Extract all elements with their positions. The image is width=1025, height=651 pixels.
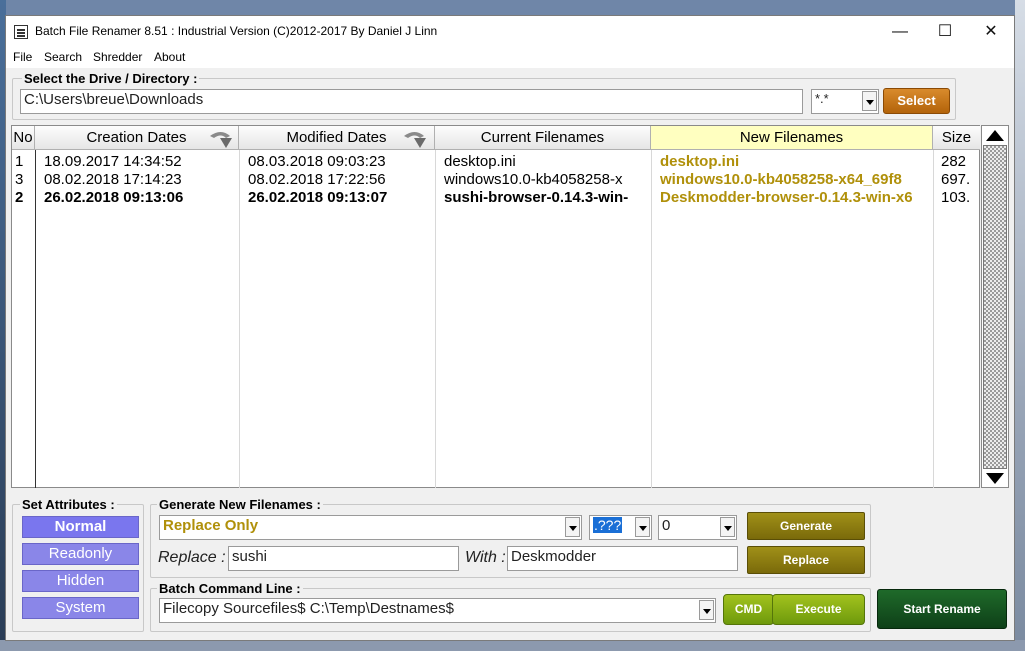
mode-dropdown-arrow-icon[interactable] [565, 517, 580, 537]
maximize-button[interactable]: ☐ [922, 16, 968, 48]
table-row[interactable]: 2 26.02.2018 09:13:06 26.02.2018 09:13:0… [12, 189, 980, 207]
cell-no: 2 [15, 189, 24, 206]
cell-new-filename: Deskmodder-browser-0.14.3-win-x6 [660, 189, 913, 206]
table-row[interactable]: 3 08.02.2018 17:14:23 08.02.2018 17:22:5… [12, 171, 980, 189]
mode-dropdown[interactable]: Replace Only [159, 515, 582, 540]
desktop-background-bottom [0, 640, 1025, 651]
cell-creation-date: 08.02.2018 17:14:23 [44, 171, 182, 188]
replace-input[interactable]: sushi [228, 546, 459, 571]
generate-button[interactable]: Generate [747, 512, 865, 540]
app-window: Batch File Renamer 8.51 : Industrial Ver… [5, 15, 1015, 641]
pattern-dropdown-arrow-icon[interactable] [635, 517, 650, 537]
cell-new-filename: desktop.ini [660, 153, 740, 170]
directory-label: Select the Drive / Directory : [22, 71, 200, 86]
window-title: Batch File Renamer 8.51 : Industrial Ver… [35, 24, 438, 38]
attr-normal-button[interactable]: Normal [22, 516, 139, 538]
cell-creation-date: 26.02.2018 09:13:06 [44, 189, 184, 206]
filter-value: *.* [815, 91, 829, 106]
scroll-up-button[interactable] [983, 127, 1007, 144]
filter-dropdown-arrow-icon[interactable] [862, 91, 877, 111]
cell-modified-date: 08.02.2018 17:22:56 [248, 171, 386, 188]
column-header-size[interactable]: Size [933, 126, 980, 150]
column-header-new-filenames[interactable]: New Filenames [651, 126, 933, 150]
attributes-label: Set Attributes : [20, 497, 117, 512]
batch-dropdown-arrow-icon[interactable] [699, 600, 714, 620]
cell-no: 3 [15, 171, 24, 188]
minimize-button[interactable]: — [877, 16, 923, 48]
attr-system-button[interactable]: System [22, 597, 139, 619]
cell-modified-date: 08.03.2018 09:03:23 [248, 153, 386, 170]
menu-file[interactable]: File [13, 50, 32, 64]
select-button[interactable]: Select [883, 88, 950, 114]
app-icon [14, 25, 28, 39]
start-rename-button[interactable]: Start Rename [877, 589, 1007, 629]
menu-search[interactable]: Search [44, 50, 82, 64]
sort-arrow-icon[interactable] [402, 130, 428, 150]
with-label: With : [465, 549, 506, 566]
execute-button[interactable]: Execute [772, 594, 865, 625]
cell-new-filename: windows10.0-kb4058258-x64_69f8 [660, 171, 902, 188]
batch-command-value: Filecopy Sourcefiles$ C:\Temp\Destnames$ [163, 600, 454, 617]
vertical-scrollbar[interactable] [981, 125, 1009, 488]
directory-path-input[interactable]: C:\Users\breue\Downloads [20, 89, 803, 114]
cell-size: 103. [941, 189, 971, 206]
mode-value: Replace Only [163, 517, 259, 534]
scroll-up-icon [986, 130, 1004, 141]
cell-size: 282 [941, 153, 967, 170]
cmd-button[interactable]: CMD [723, 594, 774, 625]
menu-bar: File Search Shredder About [6, 48, 1014, 68]
attr-hidden-button[interactable]: Hidden [22, 570, 139, 592]
cell-current-filename: sushi-browser-0.14.3-win- [444, 189, 629, 206]
batch-label: Batch Command Line : [157, 581, 303, 596]
with-input[interactable]: Deskmodder [507, 546, 738, 571]
close-button[interactable]: ✕ [968, 16, 1014, 48]
scroll-down-icon [986, 473, 1004, 484]
title-bar[interactable]: Batch File Renamer 8.51 : Industrial Ver… [6, 16, 1014, 48]
generate-label: Generate New Filenames : [157, 497, 323, 512]
cell-current-filename: windows10.0-kb4058258-x [444, 171, 623, 188]
cell-creation-date: 18.09.2017 14:34:52 [44, 153, 182, 170]
cell-modified-date: 26.02.2018 09:13:07 [248, 189, 388, 206]
menu-shredder[interactable]: Shredder [93, 50, 142, 64]
desktop-background-right [1015, 0, 1025, 651]
cell-current-filename: desktop.ini [444, 153, 516, 170]
counter-value: 0 [662, 517, 671, 534]
column-header-current-filenames[interactable]: Current Filenames [435, 126, 651, 150]
column-header-no[interactable]: No [12, 126, 35, 150]
sort-arrow-icon[interactable] [208, 130, 234, 150]
cell-no: 1 [15, 153, 24, 170]
scroll-track[interactable] [983, 145, 1007, 469]
scroll-down-button[interactable] [983, 470, 1007, 487]
pattern-value: .??? [593, 517, 623, 533]
cell-size: 697. [941, 171, 971, 188]
file-grid[interactable]: No Creation Dates Modified Dates Current… [11, 125, 980, 488]
replace-button[interactable]: Replace [747, 546, 865, 574]
menu-about[interactable]: About [154, 50, 185, 64]
batch-command-dropdown[interactable]: Filecopy Sourcefiles$ C:\Temp\Destnames$ [159, 598, 716, 623]
attr-readonly-button[interactable]: Readonly [22, 543, 139, 565]
column-header-modified-dates-label: Modified Dates [286, 129, 387, 146]
counter-dropdown-arrow-icon[interactable] [720, 517, 735, 537]
table-row[interactable]: 1 18.09.2017 14:34:52 08.03.2018 09:03:2… [12, 153, 980, 171]
replace-label: Replace : [158, 549, 226, 566]
column-header-creation-dates-label: Creation Dates [86, 129, 187, 146]
